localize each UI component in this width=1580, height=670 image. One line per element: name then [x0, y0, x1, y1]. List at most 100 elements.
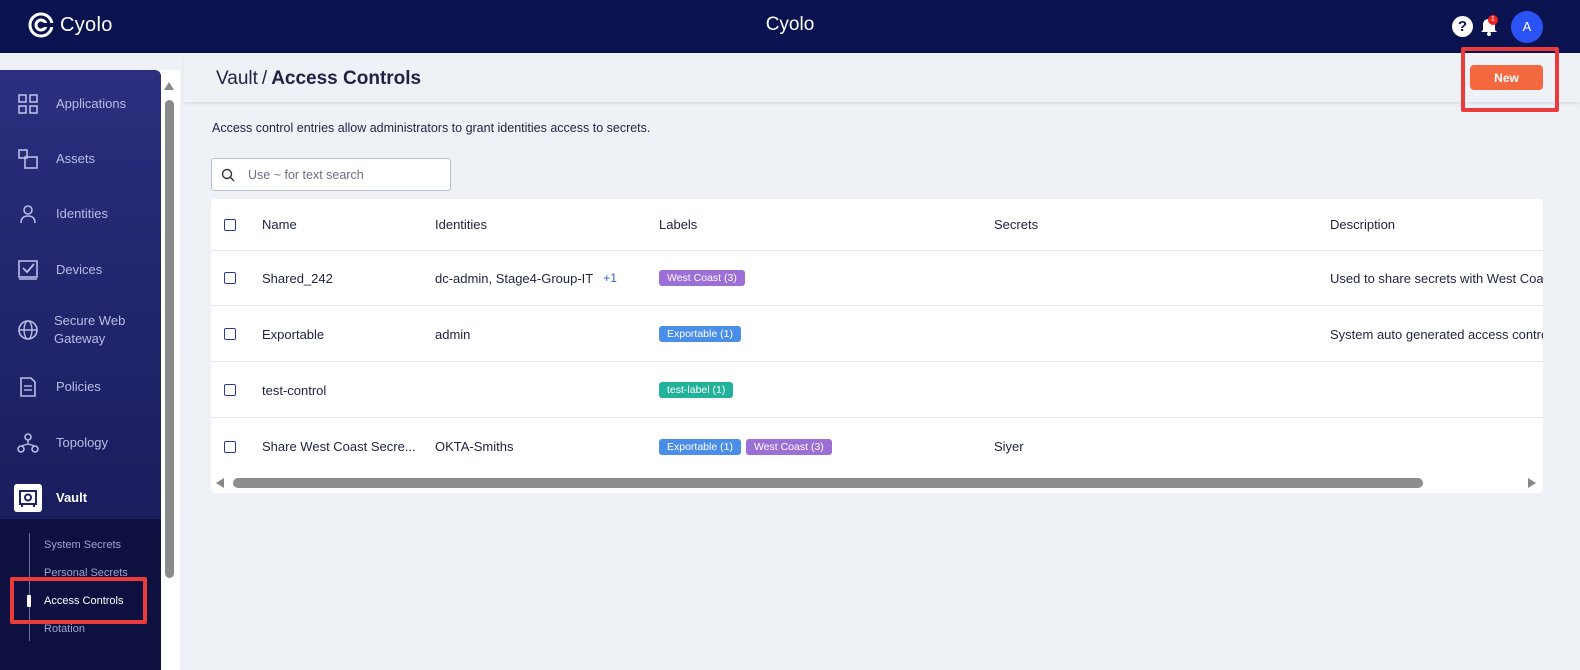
- row-description: System auto generated access contro: [1330, 326, 1543, 342]
- sidebar-scroll-thumb[interactable]: [165, 100, 174, 578]
- row-labels: Exportable (1): [659, 307, 989, 361]
- access-controls-table: Name Identities Labels Secrets Descripti…: [211, 199, 1543, 493]
- column-header-description[interactable]: Description: [1330, 199, 1543, 250]
- subnav-item-access-controls[interactable]: Access Controls: [44, 595, 123, 607]
- search-input[interactable]: [248, 160, 448, 189]
- row-identities: admin: [435, 326, 471, 342]
- device-check-icon: [18, 260, 38, 280]
- page-title: Access Controls: [271, 68, 422, 89]
- sidebar: Applications Assets Identities Devices S…: [0, 70, 180, 670]
- notification-count-badge: 1: [1488, 15, 1498, 25]
- row-checkbox[interactable]: [224, 440, 236, 453]
- sidebar-item-devices[interactable]: Devices: [0, 243, 161, 297]
- new-button[interactable]: New: [1470, 65, 1543, 90]
- horizontal-scroll-thumb[interactable]: [233, 478, 1423, 488]
- column-header-name[interactable]: Name: [262, 199, 422, 250]
- row-identities-text: dc-admin, Stage4-Group-IT: [435, 270, 594, 286]
- row-labels: test-label (1): [659, 363, 989, 417]
- sidebar-item-policies[interactable]: Policies: [0, 360, 161, 414]
- sidebar-item-label: Vault: [56, 490, 88, 505]
- active-marker: [27, 595, 31, 607]
- subnav-item-system-secrets[interactable]: System Secrets: [44, 539, 121, 551]
- row-secrets: [994, 307, 1294, 361]
- top-bar: Cyolo Cyolo ? 1 A: [0, 0, 1580, 53]
- label-tag[interactable]: Exportable (1): [659, 326, 741, 342]
- table-row[interactable]: Exportable admin Exportable (1) System a…: [211, 307, 1543, 362]
- sidebar-item-label: Secure Web Gateway: [54, 313, 126, 346]
- label-tag[interactable]: West Coast (3): [659, 270, 745, 286]
- select-all-checkbox[interactable]: [224, 218, 236, 231]
- subnav-item-personal-secrets[interactable]: Personal Secrets: [44, 567, 128, 579]
- user-avatar[interactable]: A: [1511, 11, 1543, 43]
- sidebar-scrollbar[interactable]: [163, 78, 175, 668]
- identities-more-link[interactable]: +1: [603, 271, 617, 285]
- cyolo-logo-icon: [28, 12, 54, 38]
- topology-icon: [17, 433, 39, 453]
- row-checkbox[interactable]: [224, 272, 236, 284]
- row-secrets: Siyer: [994, 439, 1024, 454]
- subnav-item-rotation[interactable]: Rotation: [44, 623, 85, 635]
- page-header: Vault / Access Controls New: [184, 53, 1580, 102]
- grid-icon: [18, 94, 38, 114]
- breadcrumb-vault[interactable]: Vault: [216, 68, 258, 89]
- sidebar-item-identities[interactable]: Identities: [0, 187, 161, 241]
- row-name[interactable]: test-control: [262, 363, 422, 417]
- sidebar-item-label: Policies: [56, 379, 101, 394]
- row-description: Used to share secrets with West Coas: [1330, 270, 1543, 286]
- table-row[interactable]: test-control test-label (1): [211, 363, 1543, 418]
- search-icon: [221, 168, 235, 182]
- breadcrumb: Vault / Access Controls: [216, 68, 421, 90]
- app-title: Cyolo: [765, 14, 815, 35]
- vault-icon: [14, 484, 42, 512]
- row-secrets: [994, 251, 1294, 305]
- sidebar-item-label: Devices: [56, 262, 103, 277]
- sidebar-item-vault[interactable]: Vault: [0, 471, 161, 525]
- sidebar-item-label: Applications: [56, 96, 127, 111]
- document-icon: [20, 377, 36, 397]
- sidebar-nav: Applications Assets Identities Devices S…: [0, 70, 161, 670]
- search-box[interactable]: [211, 158, 451, 191]
- subnav-divider: [29, 533, 30, 641]
- label-tag[interactable]: West Coast (3): [745, 438, 832, 455]
- scroll-up-arrow-icon[interactable]: [164, 82, 174, 90]
- sidebar-item-secure-web-gateway[interactable]: Secure Web Gateway: [0, 303, 161, 357]
- row-checkbox[interactable]: [224, 384, 236, 396]
- sidebar-item-label: Assets: [56, 151, 96, 166]
- logo-text: Cyolo: [60, 13, 113, 36]
- globe-icon: [18, 320, 38, 340]
- sidebar-item-applications[interactable]: Applications: [0, 77, 161, 131]
- row-name[interactable]: Share West Coast Secre...: [262, 419, 422, 474]
- help-icon[interactable]: ?: [1452, 16, 1473, 37]
- row-identities: [435, 363, 650, 417]
- scroll-left-arrow-icon[interactable]: [216, 478, 224, 488]
- row-name[interactable]: Exportable: [262, 307, 422, 361]
- row-labels: Exportable (1) West Coast (3): [659, 419, 989, 474]
- cyolo-logo[interactable]: Cyolo: [28, 12, 113, 38]
- sidebar-item-label: Topology: [56, 435, 109, 450]
- scroll-right-arrow-icon[interactable]: [1528, 478, 1536, 488]
- table-horizontal-scrollbar[interactable]: [211, 475, 1543, 491]
- label-tag[interactable]: test-label (1): [659, 382, 734, 398]
- row-checkbox[interactable]: [224, 328, 236, 340]
- row-secrets: [994, 363, 1294, 417]
- row-identities: dc-admin, Stage4-Group-IT +1: [435, 251, 650, 305]
- row-identities: OKTA-Smiths: [435, 439, 514, 454]
- column-header-identities[interactable]: Identities: [435, 199, 650, 250]
- row-description: [1330, 363, 1543, 417]
- row-name[interactable]: Shared_242: [262, 251, 422, 305]
- person-icon: [20, 205, 36, 224]
- vault-subnav: System Secrets Personal Secrets Access C…: [0, 519, 161, 670]
- label-tag[interactable]: Exportable (1): [659, 438, 741, 455]
- table-row[interactable]: Share West Coast Secre... OKTA-Smiths Ex…: [211, 419, 1543, 474]
- page-description: Access control entries allow administrat…: [212, 121, 651, 135]
- column-header-labels[interactable]: Labels: [659, 199, 989, 250]
- row-description: [1330, 419, 1543, 474]
- column-header-secrets[interactable]: Secrets: [994, 199, 1294, 250]
- breadcrumb-separator: /: [261, 68, 268, 89]
- assets-icon: [18, 149, 38, 169]
- sidebar-item-label: Identities: [56, 206, 109, 221]
- sidebar-item-topology[interactable]: Topology: [0, 416, 161, 470]
- table-row[interactable]: Shared_242 dc-admin, Stage4-Group-IT +1 …: [211, 251, 1543, 306]
- row-labels: West Coast (3): [659, 251, 989, 305]
- sidebar-item-assets[interactable]: Assets: [0, 132, 161, 186]
